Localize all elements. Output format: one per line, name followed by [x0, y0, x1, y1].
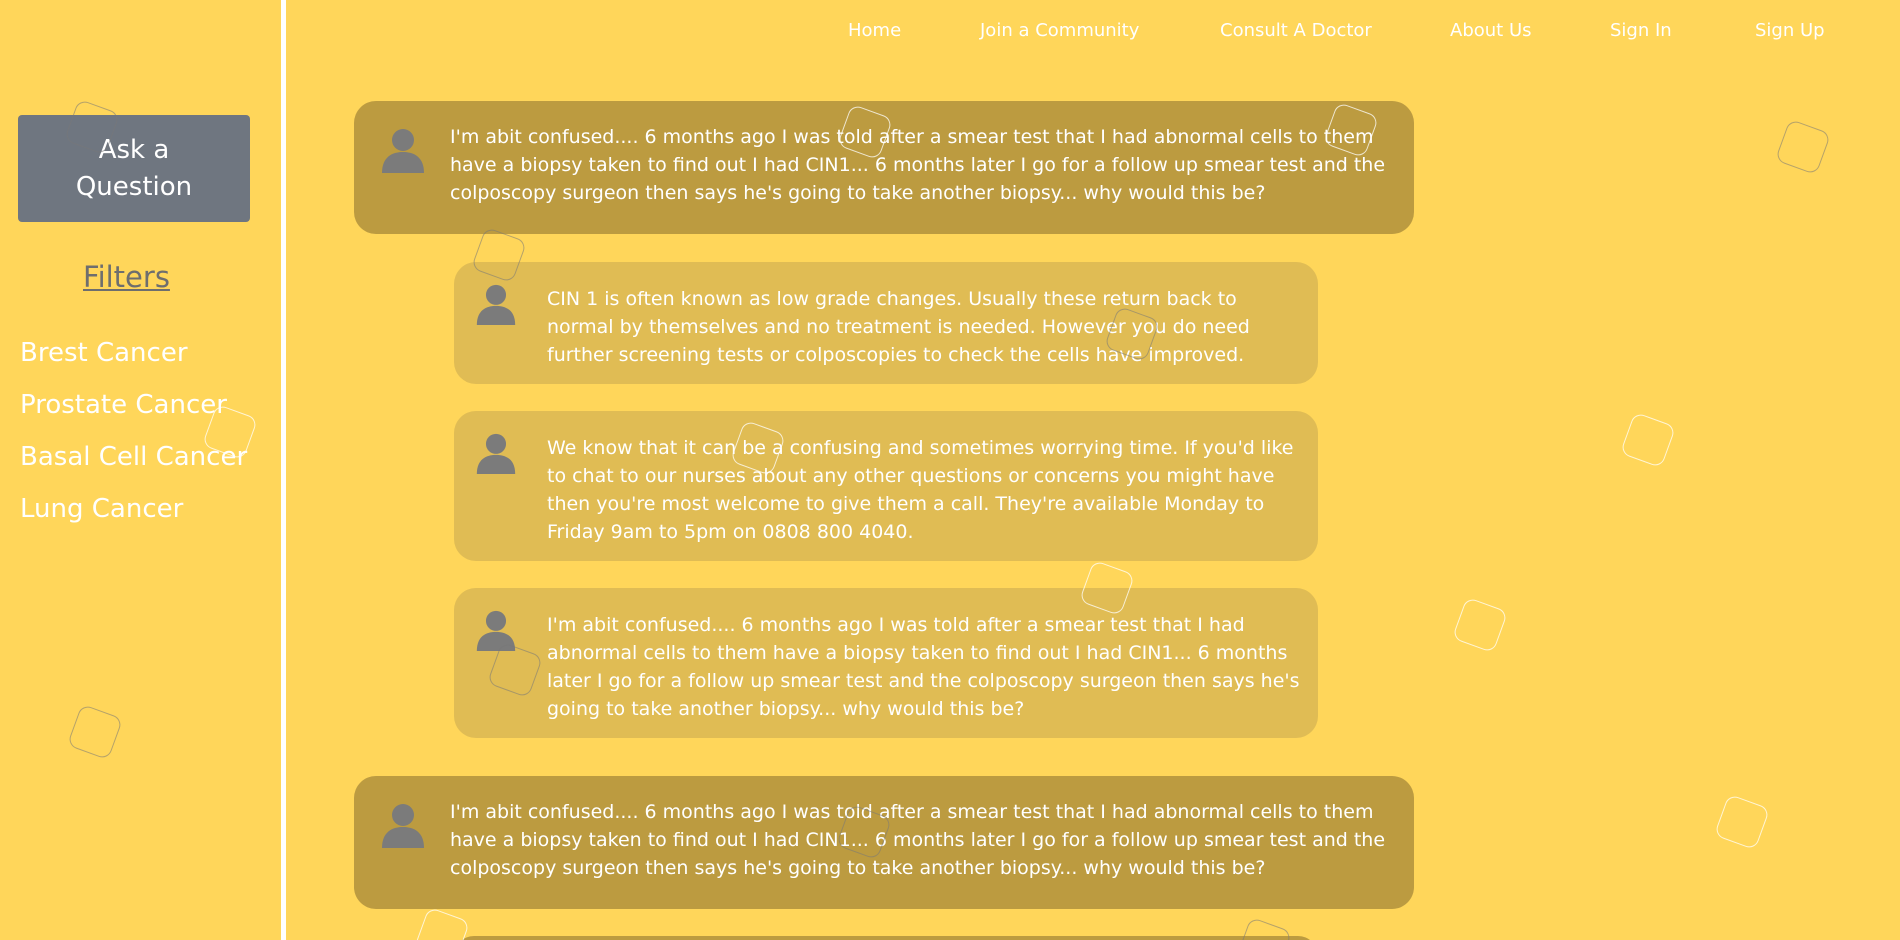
nav-sign-in-link[interactable]: Sign In: [1610, 20, 1672, 46]
user-avatar-icon: [476, 284, 516, 325]
filter-item-breast-cancer[interactable]: Brest Cancer: [20, 335, 247, 387]
post-text: I'm abit confused.... 6 months ago I was…: [450, 801, 1386, 879]
page: Ask a Question Filters Brest Cancer Pros…: [0, 0, 1900, 940]
filter-item-prostate-cancer[interactable]: Prostate Cancer: [20, 387, 247, 439]
user-avatar-icon: [476, 433, 516, 474]
question-card[interactable]: [454, 936, 1318, 940]
reply-card[interactable]: I'm abit confused.... 6 months ago I was…: [454, 588, 1318, 738]
decorative-square: [413, 906, 471, 940]
user-avatar-icon: [382, 129, 424, 173]
post-text: I'm abit confused.... 6 months ago I was…: [450, 126, 1386, 204]
post-text: CIN 1 is often known as low grade change…: [547, 288, 1250, 366]
decorative-square: [1713, 793, 1771, 851]
nav-consult-doctor-link[interactable]: Consult A Doctor: [1220, 20, 1372, 46]
post-text: I'm abit confused.... 6 months ago I was…: [547, 614, 1300, 720]
filter-item-lung-cancer[interactable]: Lung Cancer: [20, 491, 247, 543]
question-card[interactable]: I'm abit confused.... 6 months ago I was…: [354, 101, 1414, 234]
reply-card[interactable]: We know that it can be a confusing and s…: [454, 411, 1318, 561]
sidebar-divider: [281, 0, 286, 940]
question-card[interactable]: I'm abit confused.... 6 months ago I was…: [354, 776, 1414, 909]
nav-join-community-link[interactable]: Join a Community: [980, 20, 1139, 46]
user-avatar-icon: [476, 610, 516, 651]
user-avatar-icon: [382, 804, 424, 848]
reply-card[interactable]: CIN 1 is often known as low grade change…: [454, 262, 1318, 384]
nav-about-us-link[interactable]: About Us: [1450, 20, 1532, 46]
nav-sign-up-link[interactable]: Sign Up: [1755, 20, 1825, 46]
decorative-square: [1774, 118, 1832, 176]
filter-list: Brest Cancer Prostate Cancer Basal Cell …: [20, 335, 247, 543]
filter-item-basal-cell-cancer[interactable]: Basal Cell Cancer: [20, 439, 247, 491]
decorative-square: [1451, 596, 1509, 654]
nav-home-link[interactable]: Home: [848, 20, 901, 46]
sidebar: Ask a Question Filters Brest Cancer Pros…: [0, 0, 280, 940]
ask-question-button[interactable]: Ask a Question: [18, 115, 250, 222]
filters-heading[interactable]: Filters: [83, 260, 170, 294]
post-text: We know that it can be a confusing and s…: [547, 437, 1294, 543]
decorative-square: [1619, 411, 1677, 469]
